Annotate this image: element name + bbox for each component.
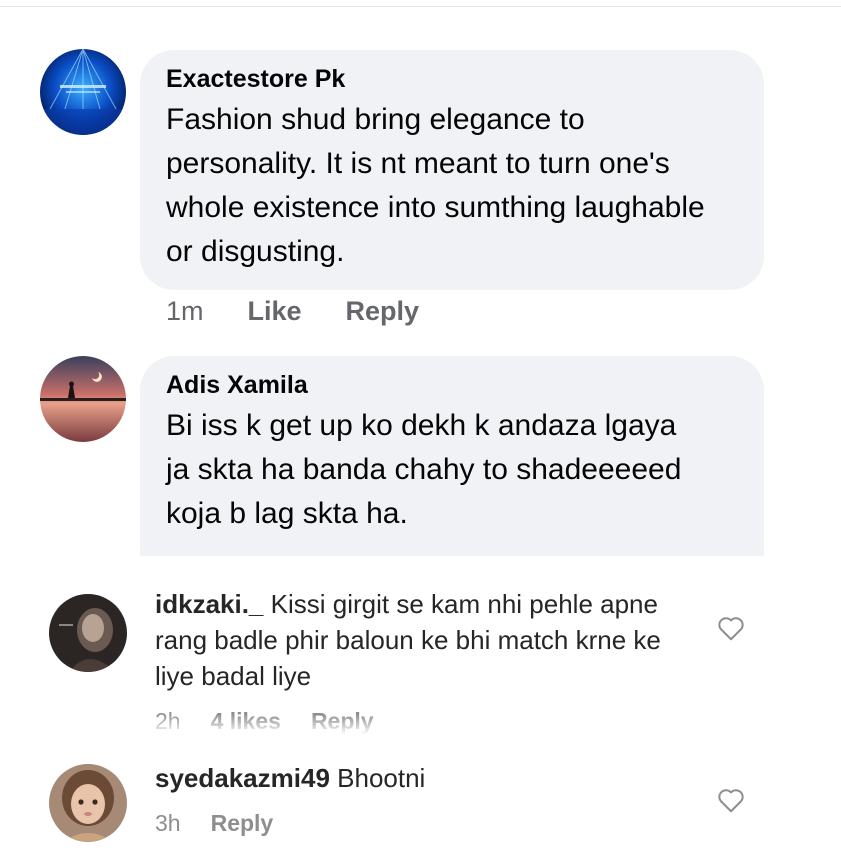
comment-body: syedakazmi49 Bhootni <box>155 760 675 796</box>
commenter-name[interactable]: Adis Xamila <box>166 370 738 400</box>
overlap-fade <box>0 714 841 752</box>
comment-time: 1m <box>166 296 204 326</box>
avatar[interactable] <box>40 356 126 442</box>
comment-username[interactable]: idkzaki._ <box>155 589 263 619</box>
like-button[interactable]: Like <box>248 296 302 327</box>
comment-bubble: Adis Xamila Bi iss k get up ko dekh k an… <box>140 356 764 556</box>
comment-actions: 1m Like Reply <box>166 296 419 327</box>
avatar-image <box>40 356 126 442</box>
comment-username[interactable]: syedakazmi49 <box>155 763 330 793</box>
comment-time: 3h <box>155 810 181 836</box>
comment-text: Bhootni <box>337 763 426 793</box>
heart-outline-icon[interactable] <box>716 786 746 814</box>
commenter-name[interactable]: Exactestore Pk <box>166 64 738 94</box>
comment-body: idkzaki._ Kissi girgit se kam nhi pehle … <box>155 586 675 694</box>
avatar-image <box>49 764 127 842</box>
reply-button[interactable]: Reply <box>211 810 274 837</box>
avatar[interactable] <box>49 764 127 842</box>
reply-button[interactable]: Reply <box>346 296 420 327</box>
avatar[interactable] <box>40 49 126 135</box>
heart-outline-icon[interactable] <box>716 614 746 642</box>
comment-text: Fashion shud bring elegance to personali… <box>166 103 705 268</box>
avatar[interactable] <box>49 594 127 672</box>
comment-text: Bi iss k get up ko dekh k andaza lgaya j… <box>166 409 682 530</box>
avatar-image <box>49 594 127 672</box>
top-divider <box>0 0 841 7</box>
comment-bubble: Exactestore Pk Fashion shud bring elegan… <box>140 50 764 290</box>
comment-meta: 3h Reply <box>155 810 273 837</box>
avatar-image <box>40 49 126 135</box>
